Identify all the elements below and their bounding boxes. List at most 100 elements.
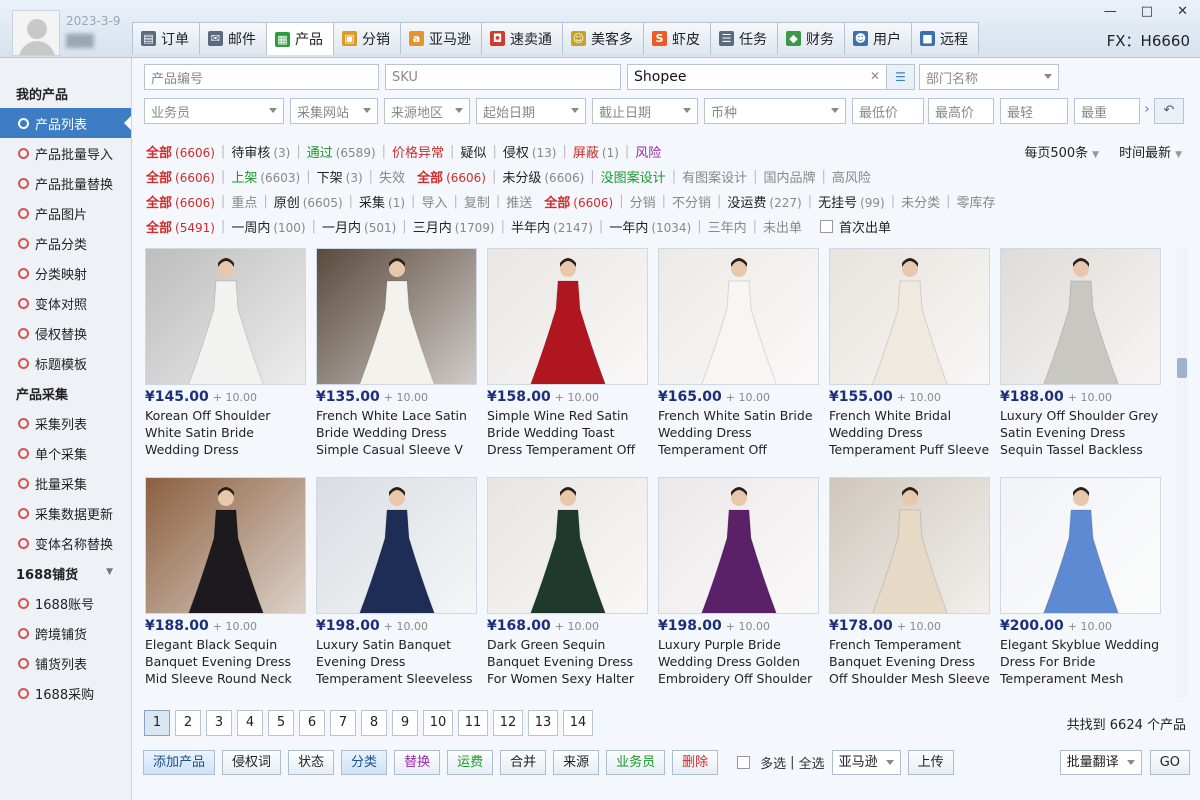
product-title[interactable]: Luxury Satin Banquet Evening Dress Tempera… <box>316 636 477 688</box>
sidebar-item[interactable]: 产品图片 <box>0 198 131 228</box>
action-button[interactable]: 替换 <box>394 750 441 775</box>
sidebar-item[interactable]: 采集列表 <box>0 408 131 438</box>
filter-option[interactable]: 国内品牌 <box>763 167 821 186</box>
filter-option[interactable]: 有图案设计 <box>682 167 753 186</box>
filter-option[interactable]: 推送 <box>506 192 538 211</box>
page-button[interactable]: 5 <box>268 710 294 736</box>
filter-field[interactable]: 最轻 <box>1000 98 1068 124</box>
action-button[interactable]: 分类 <box>341 750 388 775</box>
filter-option[interactable]: 价格异常 <box>392 142 450 161</box>
page-button[interactable]: 3 <box>206 710 232 736</box>
product-title[interactable]: French White Bridal Wedding Dress Temperam… <box>829 407 990 459</box>
product-image[interactable] <box>1000 248 1161 385</box>
filter-option[interactable]: 通过 (6589) <box>307 142 382 161</box>
tab-user[interactable]: ☻ 用户 <box>844 22 912 54</box>
filter-option[interactable]: 零库存 <box>957 192 1002 211</box>
sidebar-section[interactable]: 1688铺货 ▼ <box>0 558 131 588</box>
filter-option[interactable]: 半年内 (2147) <box>511 217 599 236</box>
product-card[interactable]: ¥198.00 + 10.00 Luxury Purple Bride Wedding… <box>658 477 819 697</box>
sidebar-section[interactable]: 我的产品 <box>0 78 131 108</box>
filter-option[interactable]: 屏蔽 (1) <box>573 142 625 161</box>
action-button[interactable]: 添加产品 <box>143 750 216 775</box>
filter-option[interactable]: 分销 <box>630 192 662 211</box>
tab-meeshop[interactable]: ☺ 美客多 <box>562 22 644 54</box>
department-select[interactable]: 部门名称 <box>919 64 1059 90</box>
product-title[interactable]: French White Satin Bride Wedding Dress Tem… <box>658 407 819 459</box>
product-title[interactable]: Elegant Skyblue Wedding Dress For Bride Te… <box>1000 636 1161 688</box>
product-image[interactable] <box>487 248 648 385</box>
filter-option[interactable]: 上架 (6603) <box>231 167 306 186</box>
filter-option[interactable]: 复制 <box>464 192 496 211</box>
product-image[interactable] <box>1000 477 1161 614</box>
sidebar-item[interactable]: 单个采集 <box>0 438 131 468</box>
scrollbar-thumb[interactable] <box>1177 358 1187 378</box>
tab-product[interactable]: ▦ 产品 <box>266 22 334 55</box>
product-card[interactable]: ¥188.00 + 10.00 Luxury Off Shoulder Grey Sa… <box>1000 248 1161 468</box>
product-image[interactable] <box>829 477 990 614</box>
filter-option[interactable]: 全部 (6606) <box>146 142 221 161</box>
clear-icon[interactable]: ✕ <box>870 69 880 83</box>
action-button[interactable]: 侵权词 <box>222 750 282 775</box>
grid-scrollbar[interactable] <box>1176 248 1188 698</box>
product-card[interactable]: ¥198.00 + 10.00 Luxury Satin Banquet Evenin… <box>316 477 477 697</box>
select-all-link[interactable]: 全选 <box>799 753 825 772</box>
filter-field[interactable]: 最低价 <box>852 98 924 124</box>
tab-shopee[interactable]: S 虾皮 <box>643 22 711 54</box>
page-button[interactable]: 4 <box>237 710 263 736</box>
filter-option[interactable]: 全部 (6606) <box>146 192 221 211</box>
sidebar-item[interactable]: 变体名称替换 <box>0 528 131 558</box>
filter-option[interactable]: 全部 (6606) <box>544 192 619 211</box>
filter-option[interactable]: 原创 (6605) <box>274 192 349 211</box>
close-icon[interactable]: ✕ <box>1177 4 1188 19</box>
filter-field[interactable]: 最高价 <box>928 98 994 124</box>
sidebar-item[interactable]: 产品列表 <box>0 108 131 138</box>
filter-field[interactable]: 截止日期 <box>592 98 698 124</box>
upload-button[interactable]: 上传 <box>907 750 954 775</box>
filter-option[interactable]: 没运费 (227) <box>727 192 807 211</box>
product-card[interactable]: ¥178.00 + 10.00 French Temperament Banquet … <box>829 477 990 697</box>
filter-option[interactable]: 高风险 <box>832 167 877 186</box>
sidebar-item[interactable]: 铺货列表 <box>0 648 131 678</box>
avatar[interactable] <box>12 10 60 56</box>
filter-option[interactable]: 下架 (3) <box>317 167 369 186</box>
sidebar-item[interactable]: 产品批量替换 <box>0 168 131 198</box>
page-button[interactable]: 8 <box>361 710 387 736</box>
translate-select[interactable]: 批量翻译 <box>1059 750 1142 775</box>
page-button[interactable]: 6 <box>299 710 325 736</box>
first-order-checkbox[interactable] <box>820 219 834 233</box>
filter-option[interactable]: 未分类 <box>901 192 946 211</box>
sidebar-item[interactable]: 侵权替换 <box>0 318 131 348</box>
product-image[interactable] <box>316 248 477 385</box>
action-button[interactable]: 业务员 <box>606 750 666 775</box>
action-button[interactable]: 合并 <box>500 750 547 775</box>
filter-option[interactable]: 导入 <box>421 192 453 211</box>
filter-option[interactable]: 疑似 <box>460 142 492 161</box>
product-title[interactable]: Korean Off Shoulder White Satin Bride Wedd… <box>145 407 306 459</box>
tab-mail[interactable]: ✉ 邮件 <box>199 22 267 54</box>
filter-option[interactable]: 不分销 <box>672 192 717 211</box>
product-image[interactable] <box>658 248 819 385</box>
filter-option[interactable]: 一周内 (100) <box>231 217 311 236</box>
product-card[interactable]: ¥188.00 + 10.00 Elegant Black Sequin Banque… <box>145 477 306 697</box>
sidebar-item[interactable]: 标题模板 <box>0 348 131 378</box>
page-button[interactable]: 11 <box>458 710 488 736</box>
product-title[interactable]: Simple Wine Red Satin Bride Wedding Toast… <box>487 407 648 459</box>
product-title[interactable]: French Temperament Banquet Evening Dress O… <box>829 636 990 688</box>
page-button[interactable]: 12 <box>493 710 523 736</box>
sidebar-item[interactable]: 变体对照 <box>0 288 131 318</box>
sidebar-item[interactable]: 采集数据更新 <box>0 498 131 528</box>
filter-option[interactable]: 采集 (1) <box>359 192 411 211</box>
product-title[interactable]: Luxury Purple Bride Wedding Dress Golden E… <box>658 636 819 688</box>
sidebar-item[interactable]: 跨境铺货 <box>0 618 131 648</box>
product-title[interactable]: French White Lace Satin Bride Wedding Dre… <box>316 407 477 459</box>
filter-option[interactable]: 无挂号 (99) <box>818 192 891 211</box>
sidebar-section[interactable]: 产品采集 <box>0 378 131 408</box>
minimize-icon[interactable]: — <box>1104 4 1117 19</box>
action-button[interactable]: 删除 <box>672 750 719 775</box>
filter-option[interactable]: 侵权 (13) <box>503 142 563 161</box>
per-page-select[interactable]: 每页500条 ▼ <box>1024 142 1099 161</box>
filter-field[interactable]: 最重 <box>1074 98 1140 124</box>
tab-aliexpress[interactable]: ◘ 速卖通 <box>481 22 563 54</box>
filter-option[interactable]: 待审核 (3) <box>231 142 296 161</box>
filter-option[interactable]: 失效 <box>379 167 411 186</box>
